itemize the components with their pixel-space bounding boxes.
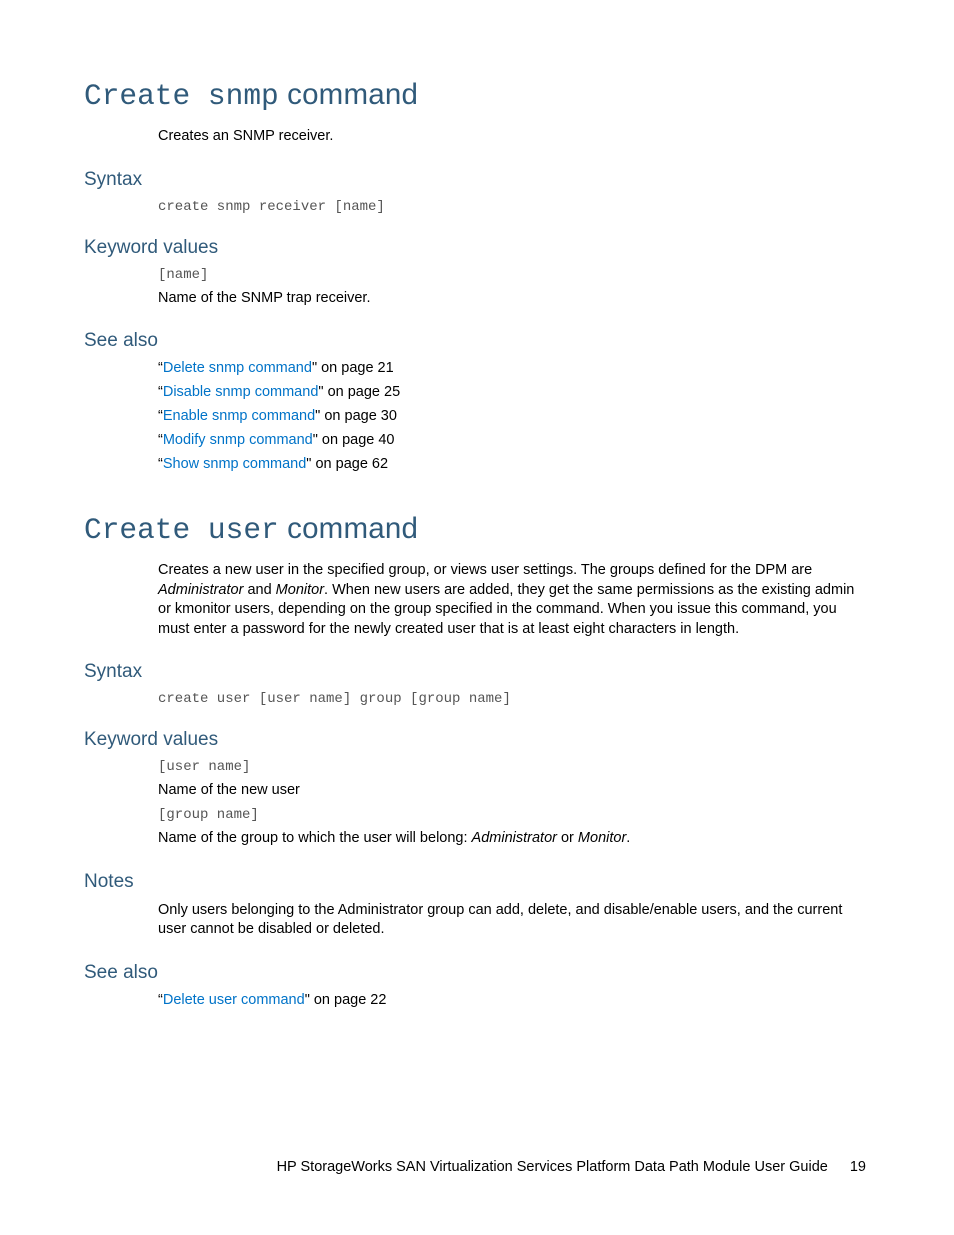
t: and (243, 582, 275, 598)
sec2-syntax-heading: Syntax (84, 661, 866, 683)
seealso-item: “Modify snmp command" on page 40 (158, 432, 866, 448)
sec2-seealso-heading: See also (84, 962, 866, 984)
heading-mono: Create user (84, 513, 279, 547)
sec1-desc: Creates an SNMP receiver. (158, 127, 866, 147)
heading-rest: command (279, 512, 418, 545)
em: Monitor (276, 582, 324, 598)
seealso-link[interactable]: Enable snmp command (163, 408, 315, 424)
seealso-link[interactable]: Delete user command (163, 992, 305, 1008)
seealso-item: “Enable snmp command" on page 30 (158, 408, 866, 424)
seealso-tail: " on page 30 (315, 408, 397, 424)
em: Administrator (472, 830, 557, 846)
seealso-item: “Show snmp command" on page 62 (158, 456, 866, 472)
sec2-kv1-desc: Name of the new user (158, 781, 866, 801)
sec2-syntax-block: create user [user name] group [group nam… (158, 691, 866, 707)
seealso-tail: " on page 22 (305, 992, 387, 1008)
page-footer: HP StorageWorks SAN Virtualization Servi… (277, 1159, 866, 1175)
t: Name of the group to which the user will… (158, 830, 472, 846)
heading-rest: command (279, 78, 418, 111)
seealso-item: “Delete snmp command" on page 21 (158, 360, 866, 376)
sec1-seealso-heading: See also (84, 330, 866, 352)
seealso-tail: " on page 40 (313, 432, 395, 448)
heading-mono: Create snmp (84, 79, 279, 113)
seealso-tail: " on page 21 (312, 360, 394, 376)
page-number: 19 (850, 1159, 866, 1175)
sec1-syntax-code: create snmp receiver [name] (158, 199, 866, 215)
seealso-item: “Delete user command" on page 22 (158, 992, 866, 1008)
seealso-tail: " on page 62 (306, 456, 388, 472)
sec2-seealso-block: “Delete user command" on page 22 (158, 992, 866, 1008)
t: or (557, 830, 578, 846)
sec2-notes-heading: Notes (84, 871, 866, 893)
sec1-kv-param: [name] (158, 267, 866, 283)
sec1-kv-heading: Keyword values (84, 237, 866, 259)
seealso-link[interactable]: Modify snmp command (163, 432, 313, 448)
seealso-tail: " on page 25 (318, 384, 400, 400)
sec2-kv2-desc: Name of the group to which the user will… (158, 829, 866, 849)
sec1-kv-desc: Name of the SNMP trap receiver. (158, 289, 866, 309)
sec1-kv-block: [name] Name of the SNMP trap receiver. (158, 267, 866, 309)
sec2-notes-block: Only users belonging to the Administrato… (158, 901, 866, 940)
sec2-kv1-param: [user name] (158, 759, 866, 775)
seealso-link[interactable]: Disable snmp command (163, 384, 319, 400)
t: Creates a new user in the specified grou… (158, 562, 812, 578)
sec2-kv-heading: Keyword values (84, 729, 866, 751)
sec1-body: Creates an SNMP receiver. (158, 127, 866, 147)
heading-create-snmp: Create snmp command (84, 78, 866, 113)
em: Administrator (158, 582, 243, 598)
sec1-syntax-heading: Syntax (84, 169, 866, 191)
seealso-item: “Disable snmp command" on page 25 (158, 384, 866, 400)
seealso-link[interactable]: Show snmp command (163, 456, 306, 472)
sec2-desc: Creates a new user in the specified grou… (158, 561, 866, 639)
sec2-body: Creates a new user in the specified grou… (158, 561, 866, 639)
sec1-seealso-block: “Delete snmp command" on page 21 “Disabl… (158, 360, 866, 472)
sec2-syntax-code: create user [user name] group [group nam… (158, 691, 866, 707)
heading-create-user: Create user command (84, 512, 866, 547)
sec2-notes-text: Only users belonging to the Administrato… (158, 901, 866, 940)
sec2-kv2-param: [group name] (158, 807, 866, 823)
seealso-link[interactable]: Delete snmp command (163, 360, 312, 376)
em: Monitor (578, 830, 626, 846)
t: . (626, 830, 630, 846)
page-content: Create snmp command Creates an SNMP rece… (0, 0, 954, 1008)
sec2-kv-block: [user name] Name of the new user [group … (158, 759, 866, 848)
sec1-syntax-block: create snmp receiver [name] (158, 199, 866, 215)
footer-text: HP StorageWorks SAN Virtualization Servi… (277, 1159, 828, 1175)
